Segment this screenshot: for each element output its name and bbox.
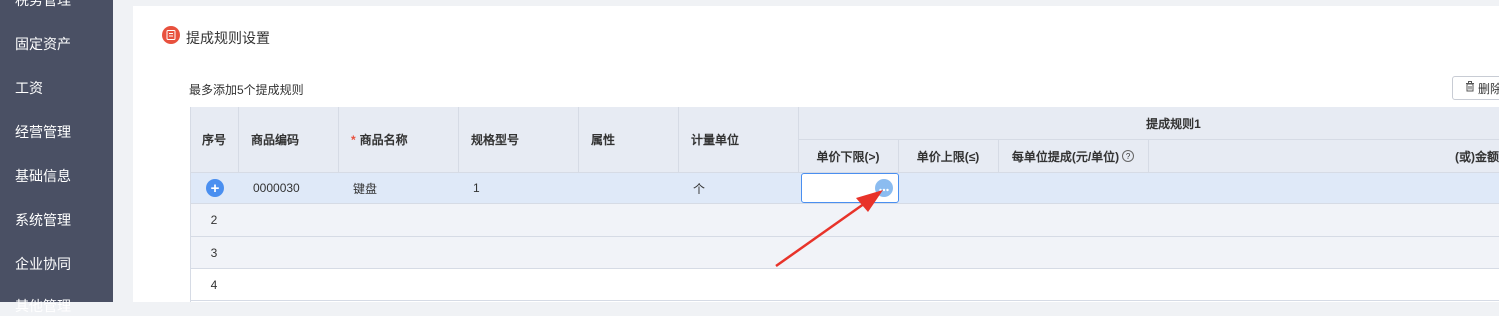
product-name-cell[interactable]: 键盘	[338, 173, 458, 203]
table-row[interactable]	[190, 204, 1499, 236]
header-attribute: 属性	[591, 133, 616, 147]
divider	[578, 107, 579, 172]
divider	[190, 268, 1499, 269]
divider	[798, 139, 1499, 140]
section-title: 提成规则设置	[186, 30, 270, 46]
list-icon	[162, 26, 180, 44]
header-price-upper: 单价上限(≤)	[916, 149, 980, 164]
sidebar-item-system[interactable]: 系统管理	[15, 210, 71, 230]
divider	[898, 139, 899, 172]
row-index: 3	[210, 245, 218, 260]
header-or-amount: (或)金额	[1455, 149, 1499, 164]
divider	[458, 107, 459, 172]
sidebar-item-basic-info[interactable]: 基础信息	[15, 166, 71, 186]
divider	[190, 203, 1499, 204]
divider	[998, 139, 999, 172]
row-index: 4	[210, 277, 218, 292]
divider	[1148, 139, 1149, 172]
trash-icon	[1465, 81, 1475, 95]
sidebar: 税务管理 固定资产 工资 经营管理 基础信息 系统管理 企业协同 其他管理	[0, 0, 113, 314]
sidebar-item-other[interactable]: 其他管理	[15, 296, 71, 316]
sidebar-item-salary[interactable]: 工资	[15, 78, 43, 98]
required-mark: *	[351, 132, 356, 147]
divider	[338, 107, 339, 172]
header-rule-group: 提成规则1	[1146, 116, 1201, 131]
ellipsis-icon	[879, 181, 889, 195]
rule-limit-hint: 最多添加5个提成规则	[189, 83, 304, 97]
sidebar-item-fixed-assets[interactable]: 固定资产	[15, 34, 71, 54]
divider	[678, 107, 679, 172]
header-index: 序号	[201, 133, 226, 147]
commission-rule-table: 序号 商品编码 * 商品名称 规格型号 属性 计量单位 提成规则1 单价下限(>…	[190, 107, 1499, 302]
more-options-button[interactable]	[875, 179, 893, 197]
header-product-name: * 商品名称	[338, 107, 458, 172]
table-row[interactable]	[190, 237, 1499, 268]
attribute-cell[interactable]	[578, 173, 678, 203]
add-row-button[interactable]: +	[206, 179, 224, 197]
header-spec: 规格型号	[471, 133, 520, 147]
sidebar-item-tax[interactable]: 税务管理	[15, 0, 71, 10]
header-unit: 计量单位	[691, 133, 740, 147]
divider	[190, 236, 1499, 237]
spec-cell[interactable]: 1	[458, 173, 578, 203]
delete-button-label: 删除	[1478, 81, 1499, 96]
header-product-code: 商品编码	[251, 133, 300, 147]
header-per-unit-commission: 每单位提成(元/单位) ?	[998, 140, 1148, 172]
product-code-cell: 0000030	[253, 181, 300, 195]
unit-cell[interactable]: 个	[678, 173, 798, 203]
delete-button[interactable]: 删除	[1452, 76, 1499, 100]
header-product-name-label: 商品名称	[359, 133, 408, 147]
help-icon[interactable]: ?	[1122, 150, 1135, 162]
divider	[238, 107, 239, 172]
sidebar-item-operations[interactable]: 经营管理	[15, 122, 71, 142]
divider	[190, 300, 1499, 301]
row-index: 2	[210, 213, 218, 227]
sidebar-item-collaboration[interactable]: 企业协同	[15, 254, 71, 274]
header-price-lower: 单价下限(>)	[816, 149, 880, 164]
header-per-unit-label: 每单位提成(元/单位)	[1011, 149, 1120, 164]
